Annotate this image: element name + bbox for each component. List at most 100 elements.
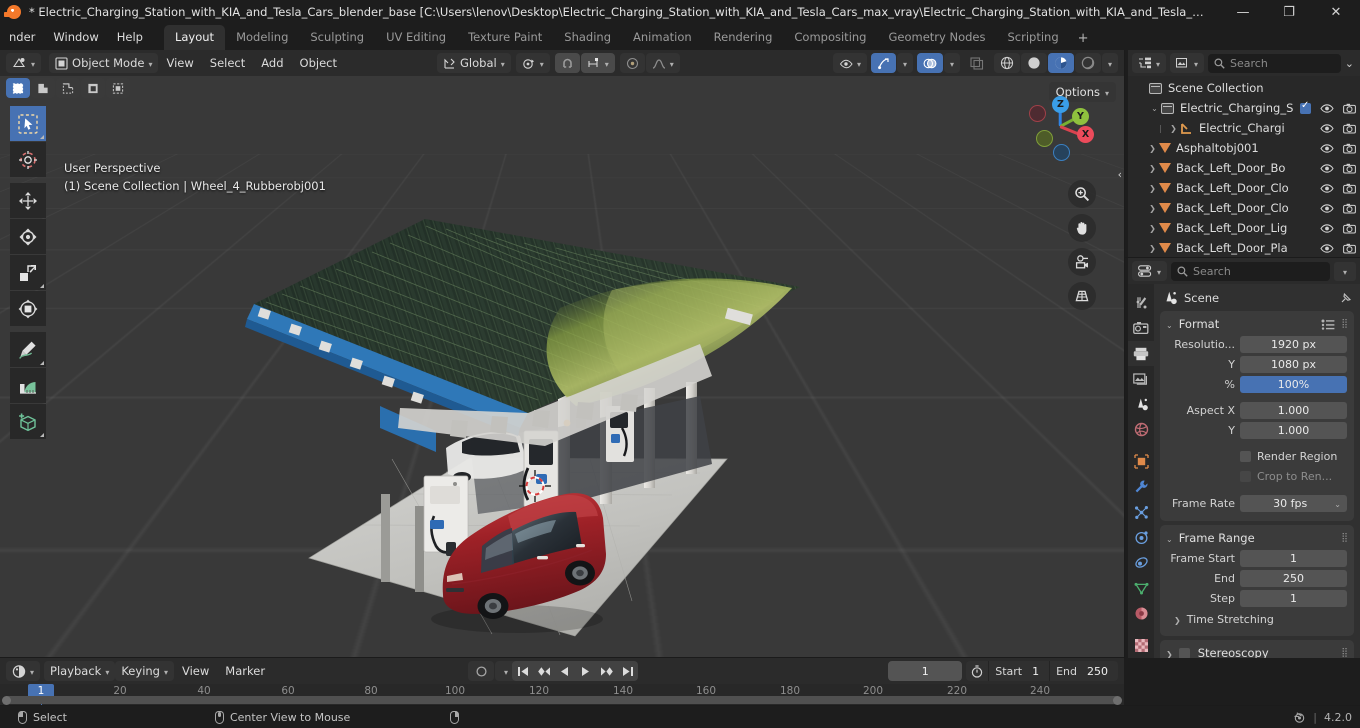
pin-properties-icon[interactable] [1340,292,1352,304]
properties-tab-render[interactable] [1128,315,1154,340]
menu-window[interactable]: Window [44,27,107,47]
menu-help[interactable]: Help [108,27,152,47]
gizmo-axis-z-positive[interactable]: Z [1052,96,1069,113]
scrollbar-handle-left[interactable] [2,695,11,705]
format-panel-header[interactable]: ⌄ Format ⣿ [1160,314,1354,334]
editor-divider-vertical[interactable] [1124,50,1125,658]
tool-move[interactable] [10,183,46,218]
time-stretching-subpanel[interactable]: ❯ Time Stretching [1160,609,1354,629]
menu-render[interactable]: nder [0,27,44,47]
transform-orientation-selector[interactable]: Global ▾ [437,53,511,73]
select-subtract-icon[interactable] [56,78,80,98]
camera-icon[interactable] [1343,183,1356,194]
viewport-canvas[interactable]: User Perspective (1) Scene Collection | … [0,76,1124,658]
object-type-visibility-icon[interactable]: ▾ [832,53,867,73]
minimize-button[interactable]: — [1220,0,1266,24]
tool-measure[interactable] [10,368,46,403]
outliner-row-electric-charging-object[interactable]: | ❯ Electric_Chargi [1128,118,1360,138]
frame-end-value[interactable]: 250 [1083,665,1118,678]
crop-to-render-checkbox[interactable] [1240,471,1251,482]
eye-icon[interactable] [1320,103,1334,114]
tab-compositing[interactable]: Compositing [783,25,877,50]
viewport-menu-object[interactable]: Object [292,53,345,73]
camera-view-icon[interactable] [1068,248,1096,276]
disclosure-triangle[interactable]: ❯ [1146,144,1159,153]
outliner-display-mode-icon[interactable]: ▾ [1170,53,1205,73]
properties-tab-constraints[interactable] [1128,550,1154,575]
disclosure-triangle[interactable]: ⌄ [1148,104,1161,113]
snap-target-icon[interactable]: ▾ [515,53,550,73]
timeline-menu-playback[interactable]: Playback ▾ [44,661,116,681]
sidebar-toggle-icon[interactable]: ‹ [1118,168,1122,181]
camera-icon[interactable] [1343,223,1356,234]
3d-viewport[interactable]: ▾ Object Mode ▾ View Select Add Object G… [0,50,1124,658]
show-overlays-icon[interactable] [916,53,943,73]
aspect-x-field[interactable]: 1.000 [1240,402,1347,419]
tab-animation[interactable]: Animation [622,25,703,50]
viewport-menu-select[interactable]: Select [202,53,253,73]
tab-sculpting[interactable]: Sculpting [299,25,375,50]
tab-geometry-nodes[interactable]: Geometry Nodes [877,25,996,50]
timeline-scrollbar[interactable] [2,695,1122,705]
timeline-menu-view[interactable]: View [174,661,217,681]
properties-tab-texture[interactable] [1128,632,1154,657]
close-button[interactable]: ✕ [1312,0,1360,24]
properties-tab-output[interactable] [1128,340,1154,367]
resolution-y-field[interactable]: 1080 px [1240,356,1347,373]
outliner-row-back-left-door-bo[interactable]: ❯ Back_Left_Door_Bo [1128,158,1360,178]
properties-tab-material[interactable] [1128,601,1154,626]
overlay-options-chevron-icon[interactable]: ▾ [943,53,960,73]
tool-add-cube[interactable] [10,404,46,439]
timeline-editor[interactable]: ▾ Playback ▾ Keying ▾ View Marker ▾ 1 St… [0,658,1124,706]
auto-keying-toggle[interactable] [468,661,494,681]
properties-editor[interactable]: ▾ Search ▾ Scene ⌄ Format ⣿ Resolutio...… [1128,258,1360,658]
outliner-filter-icon[interactable]: ⌄ [1345,57,1356,70]
outliner-editor[interactable]: ▾ ▾ Search ⌄ Scene Collection ⌄ Electric… [1128,50,1360,258]
timeline-editor-type-icon[interactable]: ▾ [6,661,41,681]
select-extend-icon[interactable] [31,78,55,98]
properties-tab-world[interactable] [1128,417,1154,442]
outliner-editor-type-icon[interactable]: ▾ [1132,53,1167,73]
properties-options-chevron-icon[interactable]: ▾ [1334,261,1356,281]
tool-annotate[interactable] [10,332,46,367]
panel-drag-handle[interactable]: ⣿ [1341,648,1348,657]
tool-rotate[interactable] [10,219,46,254]
collection-enable-checkbox[interactable] [1300,100,1311,114]
disclosure-triangle[interactable]: ❯ [1146,184,1159,193]
stereoscopy-panel-header[interactable]: ❯ Stereoscopy ⣿ [1160,643,1354,658]
panel-collapse-chevron-icon[interactable]: ❯ [1166,650,1173,659]
eye-icon[interactable] [1320,123,1334,134]
camera-icon[interactable] [1343,143,1356,154]
play-button[interactable] [575,661,596,681]
frame-start-value[interactable]: 1 [1028,665,1049,678]
frame-start-field[interactable]: 1 [1240,550,1347,567]
select-invert-icon[interactable] [81,78,105,98]
select-set-icon[interactable] [6,78,30,98]
disclosure-triangle[interactable]: ❯ [1146,244,1159,253]
panel-drag-handle[interactable]: ⣿ [1341,319,1348,328]
outliner-row-back-left-door-clo-1[interactable]: ❯ Back_Left_Door_Clo [1128,178,1360,198]
jump-to-start-button[interactable] [512,661,533,681]
properties-tab-particles[interactable] [1128,499,1154,524]
snap-mode-icon[interactable]: ▾ [580,53,615,73]
outliner-row-back-left-door-clo-2[interactable]: ❯ Back_Left_Door_Clo [1128,198,1360,218]
tab-uv-editing[interactable]: UV Editing [375,25,457,50]
disclosure-triangle[interactable]: ❯ [1146,224,1159,233]
editor-divider-horizontal-bottom[interactable] [0,657,1124,658]
shading-material-preview-icon[interactable] [1047,53,1074,73]
timeline-menu-keying[interactable]: Keying ▾ [115,661,174,681]
tab-scripting[interactable]: Scripting [997,25,1070,50]
subpanel-chevron-icon[interactable]: ❯ [1174,616,1181,625]
eye-icon[interactable] [1320,183,1334,194]
outliner-search-input[interactable]: Search [1208,53,1341,73]
presets-icon[interactable] [1321,319,1335,330]
proportional-falloff-icon[interactable]: ▾ [645,53,680,73]
properties-tab-modifier[interactable] [1128,474,1154,499]
editor-divider-horizontal-right[interactable] [1124,257,1360,258]
properties-tab-data[interactable] [1128,576,1154,601]
properties-editor-type-icon[interactable]: ▾ [1132,261,1168,281]
properties-tab-physics[interactable] [1128,525,1154,550]
properties-tab-view-layer[interactable] [1128,366,1154,391]
outliner-row-asphaltobj001[interactable]: ❯ Asphaltobj001 [1128,138,1360,158]
gizmo-options-chevron-icon[interactable]: ▾ [896,53,913,73]
